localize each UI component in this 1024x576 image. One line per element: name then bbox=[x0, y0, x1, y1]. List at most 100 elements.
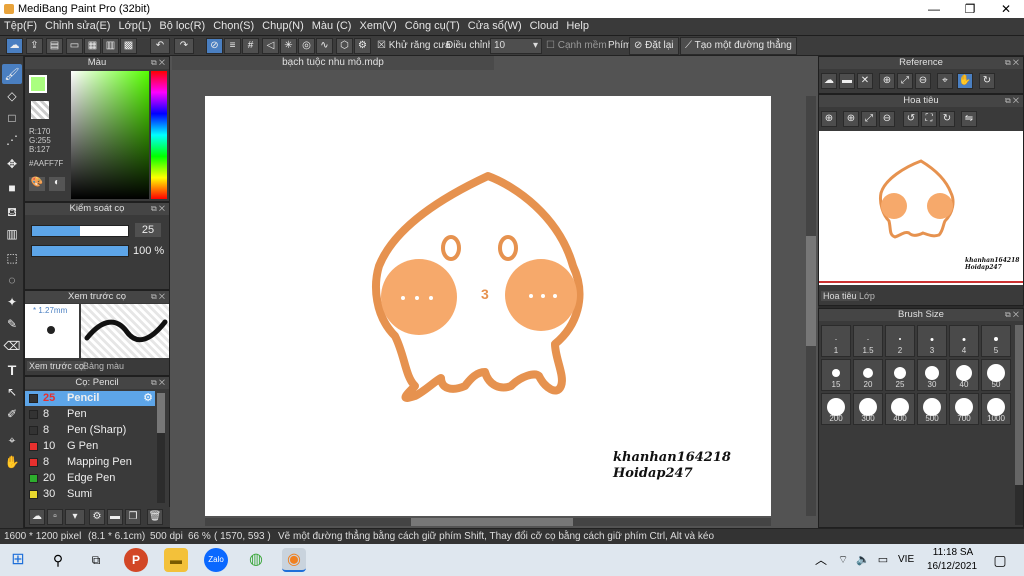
flip-icon[interactable]: ⇋ bbox=[961, 111, 977, 127]
drawing-canvas[interactable]: 3 khanhan164218 Hoidap247 bbox=[205, 96, 771, 516]
panel-menu-icon[interactable]: ⧉ ✕ bbox=[1005, 57, 1019, 69]
cloud-icon[interactable]: ☁ bbox=[6, 38, 23, 54]
grid-snap-icon[interactable]: # bbox=[242, 38, 259, 54]
settings-gear-icon[interactable]: ⚙ bbox=[354, 38, 371, 54]
brush-item[interactable]: 8 Mapping Pen bbox=[25, 455, 155, 470]
select-eraser-tool-icon[interactable]: ⌫ bbox=[2, 336, 22, 356]
parallel-snap-icon[interactable]: ≡ bbox=[224, 38, 241, 54]
brush-size-preset[interactable]: 1000 bbox=[981, 393, 1011, 425]
perspective-snap-icon[interactable]: ◁ bbox=[262, 38, 279, 54]
brush-size-preset[interactable]: 40 bbox=[949, 359, 979, 391]
brush-item[interactable]: 8 Pen (Sharp) bbox=[25, 423, 155, 438]
brush-item[interactable]: 10 G Pen bbox=[25, 439, 155, 454]
tab-navigator[interactable]: Hoa tiêu bbox=[821, 291, 859, 301]
brush-list-scrollbar[interactable] bbox=[157, 393, 165, 503]
brush-item[interactable]: 20 Edge Pen bbox=[25, 471, 155, 486]
language-indicator[interactable]: VIE bbox=[898, 554, 914, 565]
dot-pen-tool-icon[interactable]: ⋰ bbox=[2, 130, 22, 150]
menu-tools[interactable]: Công cụ(T) bbox=[401, 18, 464, 34]
volume-icon[interactable]: 🔈 bbox=[856, 548, 870, 572]
panel-menu-icon[interactable]: ⧉ ✕ bbox=[151, 291, 165, 303]
brush-size-preset[interactable]: 5 bbox=[981, 325, 1011, 357]
lasso-tool-icon[interactable]: ◌ bbox=[2, 270, 22, 290]
upload-icon[interactable]: ⇪ bbox=[26, 38, 43, 54]
document-icon[interactable]: ▦ bbox=[84, 38, 101, 54]
reset-button[interactable]: ⊘ Đặt lại bbox=[629, 37, 679, 55]
trash-icon[interactable]: 🗑 bbox=[147, 509, 163, 525]
navigator-thumbnail[interactable]: khanhan164218 Hoidap247 bbox=[819, 131, 1023, 285]
grid-layout-icon[interactable]: ▩ bbox=[120, 38, 137, 54]
menu-file[interactable]: Tệp(F) bbox=[0, 18, 41, 34]
operation-tool-icon[interactable]: ↖ bbox=[2, 382, 22, 402]
rectangle-tool-icon[interactable]: □ bbox=[2, 108, 22, 128]
menu-select[interactable]: Chọn(S) bbox=[209, 18, 258, 34]
brush-size-preset[interactable]: 50 bbox=[981, 359, 1011, 391]
undo-icon[interactable]: ↶ bbox=[150, 38, 170, 54]
close-button[interactable]: ✕ bbox=[988, 0, 1024, 18]
transparent-swatch[interactable] bbox=[31, 101, 49, 119]
chrome-icon[interactable]: ◉ bbox=[282, 548, 306, 572]
task-view-icon[interactable]: ⧉ bbox=[84, 548, 108, 572]
brush-size-value[interactable]: 25 bbox=[135, 223, 161, 237]
canvas-horizontal-scrollbar[interactable] bbox=[205, 518, 771, 526]
eyedropper-tool-icon[interactable]: ⌖ bbox=[2, 430, 22, 450]
nav-fullscreen-icon[interactable]: ⛶ bbox=[921, 111, 937, 127]
brush-size-preset[interactable]: 15 bbox=[821, 359, 851, 391]
select-rect-tool-icon[interactable]: ⬚ bbox=[2, 248, 22, 268]
windows-start-icon[interactable]: ⊞ bbox=[6, 548, 30, 572]
brush-size-preset[interactable]: 500 bbox=[917, 393, 947, 425]
comment-icon[interactable]: ▭ bbox=[66, 38, 83, 54]
open-folder-icon[interactable]: ▬ bbox=[839, 73, 855, 89]
brush-item[interactable]: 8 Pen bbox=[25, 407, 155, 422]
copy-icon[interactable]: ❐ bbox=[125, 509, 141, 525]
eyedropper-icon[interactable]: ⌖ bbox=[937, 73, 953, 89]
tab-palette[interactable]: Bảng màu bbox=[83, 361, 124, 371]
antialias-checkbox[interactable]: ☒ Khử răng cưa bbox=[377, 40, 451, 51]
clock-time[interactable]: 11:18 SA bbox=[928, 547, 978, 558]
zalo-icon[interactable]: Zalo bbox=[204, 548, 228, 572]
brush-size-preset[interactable]: 4 bbox=[949, 325, 979, 357]
brush-menu-icon[interactable]: ▾ bbox=[65, 509, 85, 525]
magic-wand-tool-icon[interactable]: ✦ bbox=[2, 292, 22, 312]
brush-size-preset[interactable]: 25 bbox=[885, 359, 915, 391]
zoom-out-icon[interactable]: ⊖ bbox=[915, 73, 931, 89]
foreground-color-swatch[interactable] bbox=[29, 75, 47, 93]
menu-cloud[interactable]: Cloud bbox=[526, 18, 563, 34]
panel-menu-icon[interactable]: ⧉ ✕ bbox=[151, 57, 165, 69]
color-picker-icon[interactable]: ◐ bbox=[49, 177, 65, 191]
brush-size-preset[interactable]: 30 bbox=[917, 359, 947, 391]
wifi-icon[interactable]: ⌔ bbox=[836, 548, 850, 572]
new-file-icon[interactable]: ▤ bbox=[46, 38, 63, 54]
panel-menu-icon[interactable]: ⧉ ✕ bbox=[1005, 309, 1019, 321]
menu-window[interactable]: Cửa sổ(W) bbox=[464, 18, 526, 34]
brush-settings-gear-icon[interactable]: ⚙ bbox=[143, 391, 153, 404]
brush-tool-icon[interactable]: 🖌 bbox=[2, 64, 22, 84]
menu-color[interactable]: Màu (C) bbox=[308, 18, 356, 34]
cloud-download-icon[interactable]: ☁ bbox=[29, 509, 45, 525]
brush-size-preset[interactable]: 300 bbox=[853, 393, 883, 425]
brush-size-scrollbar[interactable] bbox=[1015, 325, 1023, 525]
fit-icon[interactable]: ⤢ bbox=[897, 73, 913, 89]
size-scroll-thumb[interactable] bbox=[1015, 325, 1023, 485]
brush-size-preset[interactable]: 200 bbox=[821, 393, 851, 425]
clock-date[interactable]: 16/12/2021 bbox=[922, 561, 982, 572]
brush-size-preset[interactable]: 1.5 bbox=[853, 325, 883, 357]
rotate-right-icon[interactable]: ↻ bbox=[939, 111, 955, 127]
v-scroll-thumb[interactable] bbox=[806, 236, 816, 346]
brush-size-preset[interactable]: 700 bbox=[949, 393, 979, 425]
select-pen-tool-icon[interactable]: ✎ bbox=[2, 314, 22, 334]
menu-help[interactable]: Help bbox=[562, 18, 593, 34]
nav-fit-icon[interactable]: ⤢ bbox=[861, 111, 877, 127]
brush-size-slider[interactable] bbox=[31, 225, 129, 237]
cloud-upload-icon[interactable]: ☁ bbox=[821, 73, 837, 89]
chevron-up-icon[interactable]: ︿ bbox=[814, 548, 828, 572]
redo-icon[interactable]: ↷ bbox=[174, 38, 194, 54]
battery-icon[interactable]: ▭ bbox=[876, 548, 890, 572]
straight-line-button[interactable]: ⟋ Tạo một đường thẳng bbox=[680, 37, 797, 55]
opacity-slider[interactable] bbox=[31, 245, 129, 257]
hand-icon[interactable]: ✋ bbox=[957, 73, 973, 89]
coccoc-icon[interactable]: ◍ bbox=[244, 548, 268, 572]
file-explorer-icon[interactable]: ▬ bbox=[164, 548, 188, 572]
menu-edit[interactable]: Chỉnh sửa(E) bbox=[41, 18, 114, 34]
nav-zoom-in-icon[interactable]: ⊕ bbox=[843, 111, 859, 127]
